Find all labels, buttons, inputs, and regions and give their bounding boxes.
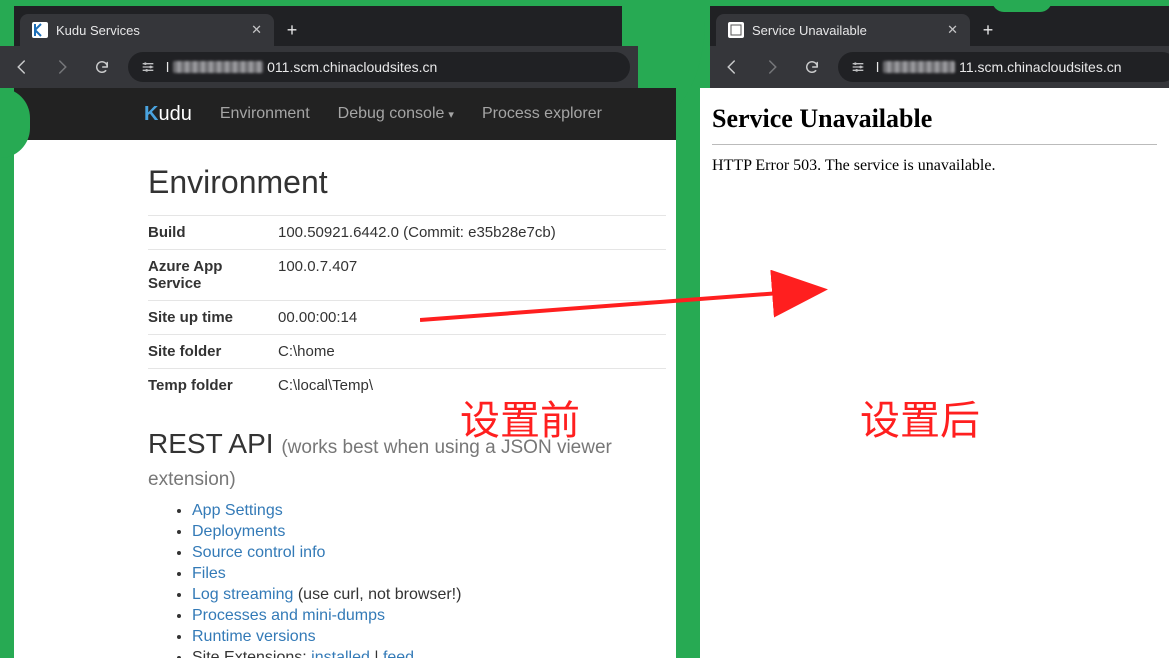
service-unavailable-heading: Service Unavailable bbox=[712, 104, 1157, 134]
env-label: Site folder bbox=[148, 343, 278, 360]
left-tabstrip: Kudu Services ✕ + bbox=[14, 6, 622, 46]
back-button[interactable] bbox=[718, 53, 746, 81]
kudu-nav-debug-console[interactable]: Debug console▾ bbox=[338, 105, 454, 123]
env-value: 00.00:00:14 bbox=[278, 309, 357, 326]
reload-button[interactable] bbox=[88, 53, 116, 81]
right-tab-title: Service Unavailable bbox=[752, 23, 867, 38]
newtab-button[interactable]: + bbox=[280, 18, 304, 42]
right-url: l 11.scm.chinacloudsites.cn bbox=[876, 59, 1122, 75]
close-icon[interactable]: ✕ bbox=[251, 22, 262, 38]
tune-icon bbox=[850, 59, 866, 75]
log-streaming-note: (use curl, not browser!) bbox=[293, 586, 461, 603]
env-label: Build bbox=[148, 224, 278, 241]
left-page-content: Kudu Environment Debug console▾ Process … bbox=[14, 88, 676, 658]
right-omnibox[interactable]: l 11.scm.chinacloudsites.cn bbox=[838, 52, 1169, 82]
env-value: 100.50921.6442.0 (Commit: e35b28e7cb) bbox=[278, 224, 556, 241]
kudu-navbar: Kudu Environment Debug console▾ Process … bbox=[14, 88, 676, 140]
env-row-sitefolder: Site folder C:\home bbox=[148, 334, 666, 368]
redacted-hostpart bbox=[883, 61, 955, 73]
env-value: C:\local\Temp\ bbox=[278, 377, 373, 394]
back-button[interactable] bbox=[8, 53, 36, 81]
back-icon bbox=[723, 58, 741, 76]
link-site-ext-feed[interactable]: feed bbox=[383, 649, 414, 658]
forward-button[interactable] bbox=[48, 53, 76, 81]
left-omnibox[interactable]: l 011.scm.chinacloudsites.cn bbox=[128, 52, 630, 82]
annotation-before-label: 设置前 bbox=[460, 388, 580, 446]
list-item: Runtime versions bbox=[192, 628, 666, 646]
list-item: Log streaming (use curl, not browser!) bbox=[192, 586, 666, 604]
list-item: Files bbox=[192, 565, 666, 583]
kudu-favicon bbox=[32, 22, 48, 38]
list-item: Source control info bbox=[192, 544, 666, 562]
chevron-down-icon: ▾ bbox=[448, 109, 454, 121]
link-processes[interactable]: Processes and mini-dumps bbox=[192, 607, 385, 624]
list-item: App Settings bbox=[192, 502, 666, 520]
link-source-control[interactable]: Source control info bbox=[192, 544, 325, 561]
tune-icon bbox=[140, 59, 156, 75]
env-label: Azure App Service bbox=[148, 258, 278, 292]
right-tabstrip: Service Unavailable ✕ + bbox=[710, 6, 1169, 46]
kudu-nav-process-explorer[interactable]: Process explorer bbox=[482, 105, 602, 123]
env-label: Site up time bbox=[148, 309, 278, 326]
link-deployments[interactable]: Deployments bbox=[192, 523, 285, 540]
left-tab-title: Kudu Services bbox=[56, 23, 140, 38]
link-runtime-versions[interactable]: Runtime versions bbox=[192, 628, 316, 645]
restapi-list: App Settings Deployments Source control … bbox=[148, 502, 666, 658]
service-unavailable-body: HTTP Error 503. The service is unavailab… bbox=[712, 157, 1157, 175]
error-favicon bbox=[728, 22, 744, 38]
list-item: Processes and mini-dumps bbox=[192, 607, 666, 625]
link-log-streaming[interactable]: Log streaming bbox=[192, 586, 293, 603]
divider bbox=[712, 144, 1157, 145]
newtab-button[interactable]: + bbox=[976, 18, 1000, 42]
annotation-after-label: 设置后 bbox=[860, 388, 980, 446]
left-url: l 011.scm.chinacloudsites.cn bbox=[166, 59, 437, 75]
env-row-build: Build 100.50921.6442.0 (Commit: e35b28e7… bbox=[148, 215, 666, 249]
site-ext-sep: | bbox=[374, 649, 383, 658]
annotated-screenshot-canvas: Kudu Services ✕ + l 011.scm.chinacloudsi… bbox=[0, 0, 1169, 658]
right-page-content: Service Unavailable HTTP Error 503. The … bbox=[700, 88, 1169, 658]
forward-button[interactable] bbox=[758, 53, 786, 81]
kudu-brand[interactable]: Kudu bbox=[144, 103, 192, 126]
env-row-tempfolder: Temp folder C:\local\Temp\ bbox=[148, 368, 666, 402]
list-item: Deployments bbox=[192, 523, 666, 541]
reload-icon bbox=[93, 58, 111, 76]
restapi-heading: REST API (works best when using a JSON v… bbox=[148, 428, 666, 492]
close-icon[interactable]: ✕ bbox=[947, 22, 958, 38]
right-tab-active[interactable]: Service Unavailable ✕ bbox=[716, 14, 970, 46]
reload-button[interactable] bbox=[798, 53, 826, 81]
arrow-annotation bbox=[420, 270, 840, 330]
left-tab-active[interactable]: Kudu Services ✕ bbox=[20, 14, 274, 46]
link-files[interactable]: Files bbox=[192, 565, 226, 582]
env-value: 100.0.7.407 bbox=[278, 258, 357, 292]
forward-icon bbox=[53, 58, 71, 76]
back-icon bbox=[13, 58, 31, 76]
env-heading: Environment bbox=[148, 164, 666, 201]
link-app-settings[interactable]: App Settings bbox=[192, 502, 283, 519]
list-item: Site Extensions: installed | feed bbox=[192, 649, 666, 658]
env-label: Temp folder bbox=[148, 377, 278, 394]
site-ext-prefix: Site Extensions: bbox=[192, 649, 311, 658]
left-toolbar: l 011.scm.chinacloudsites.cn bbox=[0, 46, 638, 88]
kudu-nav-environment[interactable]: Environment bbox=[220, 105, 310, 123]
forward-icon bbox=[763, 58, 781, 76]
link-site-ext-installed[interactable]: installed bbox=[311, 649, 370, 658]
right-toolbar: l 11.scm.chinacloudsites.cn bbox=[710, 46, 1169, 88]
reload-icon bbox=[803, 58, 821, 76]
env-value: C:\home bbox=[278, 343, 335, 360]
redacted-hostpart bbox=[173, 61, 263, 73]
